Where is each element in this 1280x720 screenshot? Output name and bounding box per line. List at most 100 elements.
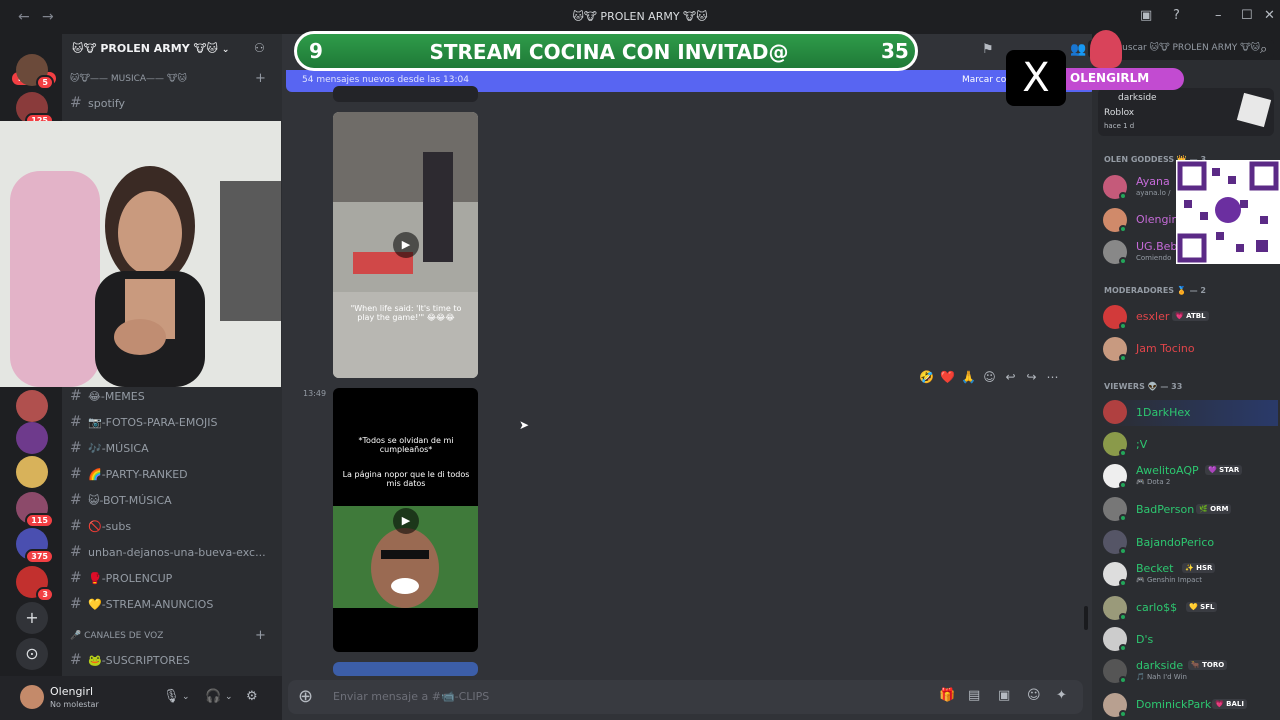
member-row[interactable]: 1DarkHex: [1102, 400, 1278, 426]
channel-stream-anuncios[interactable]: # 💛-STREAM-ANUNCIOS: [70, 596, 270, 612]
hash-icon: #: [70, 388, 82, 404]
plus-icon[interactable]: +: [255, 71, 266, 86]
plus-icon[interactable]: +: [255, 628, 266, 643]
add-attachment-icon[interactable]: ⊕: [298, 686, 313, 707]
category-label: 🐱🐮—— MUSICA—— 🐮🐱: [70, 74, 187, 84]
member-row[interactable]: ;V: [1102, 432, 1278, 458]
sticker-icon[interactable]: ▣: [998, 688, 1010, 703]
member-activity: ayana.lo /: [1136, 189, 1171, 197]
invite-icon[interactable]: ⚇: [254, 41, 265, 55]
message-composer[interactable]: ⊕ Enviar mensaje a #📹-CLIPS 🎁 ▤ ▣ ☺ ✦: [288, 680, 1083, 714]
member-activity: 🎮 Genshin Impact: [1136, 576, 1203, 584]
hash-icon: #: [70, 492, 82, 508]
activity-card[interactable]: darkside Roblox hace 1 d: [1098, 88, 1274, 136]
channel-bot-musica[interactable]: # 😺-BOT-MÚSICA: [70, 492, 270, 508]
search-icon[interactable]: ⌕: [1260, 42, 1267, 57]
channel-party-ranked[interactable]: # 🌈-PARTY-RANKED: [70, 466, 270, 482]
member-row[interactable]: Jam Tocino: [1102, 337, 1278, 363]
server-icon-7[interactable]: 3: [16, 566, 54, 602]
gif-icon[interactable]: ▤: [968, 688, 980, 703]
close-icon[interactable]: ✕: [1264, 8, 1275, 23]
member-row[interactable]: D's: [1102, 627, 1278, 653]
heart-reaction-icon[interactable]: ❤️: [937, 370, 958, 384]
mark-read-button[interactable]: Marcar co: [962, 75, 1006, 85]
category-label: CANALES DE VOZ: [84, 631, 164, 641]
help-icon[interactable]: ?: [1173, 8, 1180, 23]
message-input[interactable]: Enviar mensaje a #📹-CLIPS: [333, 690, 489, 703]
server-tag: 💛 SFL: [1186, 602, 1218, 612]
channel-label: spotify: [88, 97, 126, 110]
gift-icon[interactable]: 🎁: [939, 688, 955, 703]
chevron-down-icon: ⌄: [221, 45, 230, 55]
scrollbar[interactable]: [1084, 606, 1088, 630]
member-row[interactable]: AwelitoAQP 💜 STAR 🎮 Dota 2: [1102, 464, 1278, 490]
play-icon[interactable]: ▶: [393, 508, 419, 534]
channel-label: 💛-STREAM-ANUNCIOS: [88, 598, 214, 611]
channel-musica[interactable]: # 🎶-MÚSICA: [70, 440, 270, 456]
minimize-icon[interactable]: –: [1215, 8, 1222, 23]
server-icon-4[interactable]: [16, 422, 48, 454]
video-attachment-partial[interactable]: [333, 86, 478, 102]
video-caption: La página nopor que le di todos mis dato…: [342, 470, 470, 488]
message-actions: 🤣 ❤️ 🙏 ☺ ↩ ↪ ⋯: [916, 366, 1063, 388]
forward-icon[interactable]: ↪: [1021, 370, 1042, 384]
member-row[interactable]: DominickPark 💗 BALI: [1102, 693, 1278, 719]
server-icon-5[interactable]: 115: [16, 492, 54, 528]
channel-unban[interactable]: # unban-dejanos-una-bueva-exc...: [70, 544, 270, 560]
members-icon[interactable]: 👥: [1070, 42, 1086, 57]
category-musica[interactable]: 🐱🐮—— MUSICA—— 🐮🐱 +: [70, 71, 266, 86]
channel-label: 😂-MEMES: [88, 390, 145, 403]
inbox-icon[interactable]: ▣: [1140, 8, 1152, 23]
channel-label: unban-dejanos-una-bueva-exc...: [88, 546, 266, 559]
server-icon-prolen[interactable]: [16, 456, 48, 488]
explore-icon[interactable]: ⊙: [16, 638, 48, 670]
add-reaction-icon[interactable]: ☺: [979, 370, 1000, 384]
video-attachment-1[interactable]: ▶ "When life said: 'It's time to play th…: [333, 112, 478, 378]
pray-reaction-icon[interactable]: 🙏: [958, 370, 979, 384]
member-row[interactable]: esxler 💗 ATBL: [1102, 305, 1278, 331]
member-row[interactable]: darkside 🐂 TORO 🎵 Nah I'd Win: [1102, 659, 1278, 685]
online-dot: [1119, 257, 1127, 265]
headphones-icon[interactable]: 🎧: [205, 689, 221, 704]
speaker-icon: #: [70, 652, 82, 668]
gear-icon[interactable]: ⚙: [246, 689, 258, 704]
channel-memes[interactable]: # 😂-MEMES: [70, 388, 270, 404]
voice-channel-suscriptores[interactable]: # 🐸-SUSCRIPTORES: [70, 652, 270, 668]
laugh-reaction-icon[interactable]: 🤣: [916, 370, 937, 384]
member-name: esxler: [1136, 310, 1170, 323]
server-icon-1[interactable]: 5: [16, 54, 54, 90]
server-icon-2[interactable]: 125: [16, 92, 54, 128]
member-row[interactable]: BajandoPerico: [1102, 530, 1278, 556]
apps-icon[interactable]: ✦: [1056, 688, 1067, 703]
video-attachment-2[interactable]: *Todos se olvidan de mi cumpleaños* La p…: [333, 388, 478, 652]
more-icon[interactable]: ⋯: [1042, 370, 1063, 384]
server-icon-3[interactable]: [16, 390, 48, 422]
webcam-illustration: [0, 121, 281, 387]
hash-icon: #: [70, 466, 82, 482]
member-row[interactable]: carlo$$ 💛 SFL: [1102, 596, 1278, 622]
online-dot: [1119, 322, 1127, 330]
member-row[interactable]: Becket ✨ HSR 🎮 Genshin Impact: [1102, 562, 1278, 588]
avatar[interactable]: [20, 685, 44, 709]
channel-subs[interactable]: # 🚫-subs: [70, 518, 270, 534]
emoji-icon[interactable]: ☺: [1027, 688, 1041, 703]
add-server-icon[interactable]: +: [16, 602, 48, 634]
video-attachment-3[interactable]: [333, 662, 478, 676]
chevron-down-icon[interactable]: ⌄: [182, 692, 190, 702]
server-name[interactable]: 🐱🐮 PROLEN ARMY 🐮🐱 ⌄ ⚇: [62, 34, 282, 64]
channel-fotos[interactable]: # 📷-FOTOS-PARA-EMOJIS: [70, 414, 270, 430]
chevron-down-icon[interactable]: ⌄: [225, 692, 233, 702]
member-row[interactable]: BadPerson 🌿 ORM: [1102, 497, 1278, 523]
server-icon-6[interactable]: 375: [16, 528, 54, 564]
channel-prolencup[interactable]: # 🥊-PROLENCUP: [70, 570, 270, 586]
category-voz[interactable]: 🎤 CANALES DE VOZ +: [70, 628, 266, 643]
play-icon[interactable]: ▶: [393, 232, 419, 258]
threads-icon[interactable]: ⚑: [982, 42, 994, 57]
microphone-icon[interactable]: 🎙: [163, 689, 180, 704]
reply-icon[interactable]: ↩: [1000, 370, 1021, 384]
user-name[interactable]: Olengirl: [50, 685, 93, 698]
streamer-avatar-illustration: [1090, 30, 1122, 68]
channel-spotify[interactable]: # spotify: [70, 95, 270, 111]
user-panel: Olengirl No molestar 🎙 ⌄ 🎧 ⌄ ⚙: [0, 676, 282, 720]
maximize-icon[interactable]: ☐: [1241, 8, 1253, 23]
